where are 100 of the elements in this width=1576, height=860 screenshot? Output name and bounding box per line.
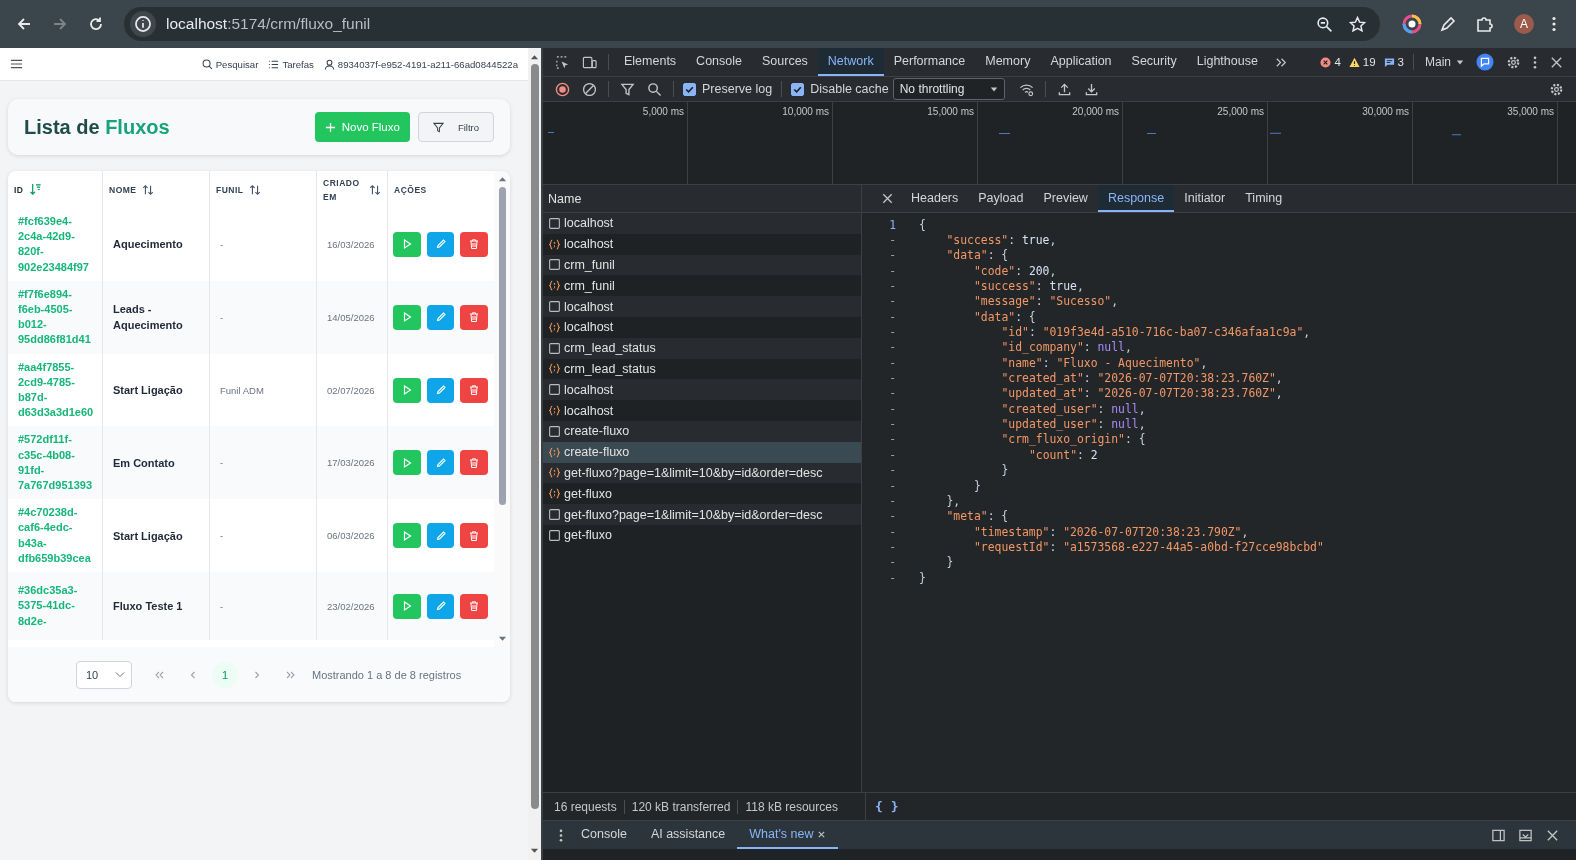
column-header[interactable]: CRIADO EM [323,175,364,204]
drawer-tab[interactable]: What's new [749,827,814,841]
drawer-tab[interactable]: AI assistance [650,827,726,841]
edit-button[interactable] [426,523,455,549]
kebab-menu-icon[interactable] [1552,16,1556,32]
delete-button[interactable] [460,377,488,403]
kebab-menu-icon[interactable] [559,827,563,843]
scroll-up-icon[interactable] [497,176,507,182]
request-row[interactable]: localhost [543,379,861,401]
devtools-tab[interactable]: Performance [883,48,976,76]
sort-descending-icon[interactable] [28,183,42,196]
zoom-icon[interactable] [1316,15,1333,33]
request-row[interactable]: get-fluxo?page=1&limit=10&by=id&order=desc [543,462,861,484]
settings-icon[interactable] [1506,54,1521,70]
chevron-down-icon [115,671,125,678]
devtools-tab[interactable]: Application [1040,48,1122,76]
pretty-print-button[interactable]: { } [869,798,905,815]
request-row[interactable]: create-fluxo [543,441,861,463]
edit-button[interactable] [426,377,455,403]
scrollbar[interactable] [528,48,543,860]
header-link[interactable]: Pesquisar [201,58,259,70]
scroll-down-icon[interactable] [497,636,507,642]
delete-button[interactable] [460,304,488,330]
column-header[interactable]: FUNIL [216,182,244,197]
devtools-tab[interactable]: Console [686,48,752,76]
edit-button[interactable] [426,593,455,619]
disable-cache-checkbox[interactable]: Disable cache [791,82,889,96]
detail-tab[interactable]: Payload [968,185,1034,212]
drawer-tab[interactable]: Console [581,827,627,841]
request-row[interactable]: create-fluxo [543,420,861,442]
context-select[interactable]: Main [1419,55,1470,69]
delete-button[interactable] [460,231,488,257]
column-header[interactable]: AÇÕES [394,182,427,197]
request-row[interactable]: get-fluxo?page=1&limit=10&by=id&order=desc [543,504,861,525]
puzzle-icon[interactable] [1474,14,1494,34]
column-header[interactable]: ID [14,182,24,197]
device-toolbar-icon[interactable] [582,54,597,70]
edit-button[interactable] [426,450,455,476]
delete-button[interactable] [460,523,488,549]
preserve-log-checkbox[interactable]: Preserve log [683,82,773,96]
scroll-down-icon[interactable] [530,848,539,854]
sort-icon[interactable] [369,183,381,196]
extension-icon[interactable] [1402,14,1422,34]
column-header[interactable]: NOME [109,182,137,197]
filter-button[interactable]: Filtro [417,112,494,142]
search-icon[interactable] [647,81,662,97]
scrollbar[interactable] [494,171,510,647]
download-icon[interactable] [1083,81,1099,97]
reload-icon[interactable] [88,16,104,32]
dock-side-icon[interactable] [1491,827,1506,843]
upload-icon[interactable] [1056,81,1072,97]
warning-count[interactable]: 19 [1348,56,1376,68]
detail-tab[interactable]: Timing [1235,185,1293,212]
kebab-menu-icon[interactable] [1533,54,1537,70]
clear-icon[interactable] [582,81,597,97]
column-header[interactable]: Name [548,191,582,206]
devtools-tab[interactable]: Security [1121,48,1187,76]
edit-button[interactable] [426,304,455,330]
back-icon[interactable] [16,16,32,32]
detail-tab[interactable]: Initiator [1174,185,1236,212]
request-row[interactable]: localhost [543,213,861,234]
edit-button[interactable] [426,231,455,257]
ai-assistant-icon[interactable] [1476,53,1494,71]
throttling-select[interactable]: No throttling [892,78,1005,100]
close-icon[interactable] [817,829,827,839]
dock-bottom-icon[interactable] [1518,827,1533,843]
stop-recording-icon[interactable] [555,81,570,97]
delete-button[interactable] [460,593,488,619]
profile-avatar[interactable]: A [1514,14,1534,34]
devtools-tab[interactable]: Network [817,48,884,76]
detail-tab[interactable]: Response [1097,185,1175,212]
sort-icon[interactable] [141,183,154,196]
menu-icon[interactable] [10,59,23,69]
filter-icon[interactable] [620,81,635,97]
delete-button[interactable] [460,450,488,476]
request-row[interactable]: localhost [543,296,861,317]
inspect-icon[interactable] [555,54,570,70]
header-link[interactable]: Tarefas [268,58,314,70]
network-conditions-icon[interactable] [1018,81,1034,97]
detail-tab[interactable]: Headers [901,185,969,212]
close-icon[interactable] [880,191,895,206]
message-count[interactable]: 3 [1383,56,1404,68]
pen-icon[interactable] [1438,14,1458,34]
sort-icon[interactable] [248,183,261,196]
devtools-tab[interactable]: Lighthouse [1186,48,1268,76]
header-link[interactable]: 8934037f-e952-4191-a211-66ad0844522a [323,58,518,70]
info-icon[interactable] [130,11,156,37]
page-button[interactable]: 1 [212,661,238,688]
error-count[interactable]: 4 [1320,56,1341,68]
page-size-select[interactable]: 10 [76,660,132,689]
detail-tab[interactable]: Preview [1033,185,1098,212]
request-row[interactable]: crm_funil [543,254,861,276]
scroll-up-icon[interactable] [530,54,539,60]
devtools-tab[interactable]: Memory [975,48,1041,76]
devtools-tab[interactable]: Sources [752,48,818,76]
address-bar[interactable]: localhost:5174/crm/fluxo_funil [124,7,1380,41]
settings-icon[interactable] [1549,81,1564,97]
devtools-tab[interactable]: Elements [614,48,687,76]
request-row[interactable]: crm_lead_status [543,337,861,359]
star-icon[interactable] [1349,15,1366,33]
